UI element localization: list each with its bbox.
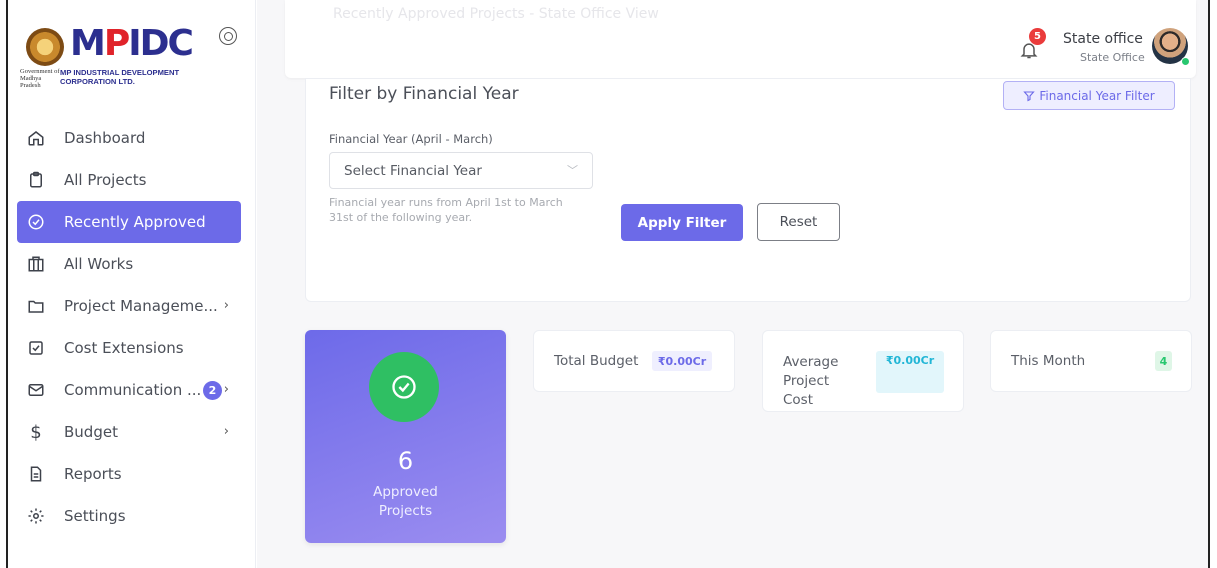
average-cost-card: Average Project Cost ₹0.00Cr xyxy=(762,330,964,412)
sidebar: MPIDC Government of Madhya Pradesh MP IN… xyxy=(8,0,256,568)
total-budget-card: Total Budget ₹0.00Cr xyxy=(533,330,735,392)
approved-projects-label: Approved Projects xyxy=(373,484,438,519)
top-bar: Recently Approved Projects - State Offic… xyxy=(285,0,1196,78)
app-window: MPIDC Government of Madhya Pradesh MP IN… xyxy=(6,0,1210,568)
gear-icon xyxy=(27,507,45,525)
financial-year-select[interactable]: Select Financial Year ﹀ xyxy=(329,152,593,189)
financial-year-select-value: Select Financial Year xyxy=(344,163,482,179)
folder-icon xyxy=(27,297,45,315)
financial-year-field-label: Financial Year (April - March) xyxy=(329,132,493,146)
communication-count-badge: 2 xyxy=(203,381,222,400)
sidebar-item-budget[interactable]: $ Budget › xyxy=(17,411,241,453)
sidebar-item-dashboard[interactable]: Dashboard xyxy=(17,117,241,159)
chevron-right-icon: › xyxy=(223,298,229,313)
total-budget-label: Total Budget xyxy=(554,353,639,369)
approved-projects-card: 6 Approved Projects xyxy=(305,330,506,543)
total-budget-value: ₹0.00Cr xyxy=(652,351,712,371)
government-seal-icon xyxy=(26,28,64,66)
this-month-label: This Month xyxy=(1011,353,1086,369)
user-name[interactable]: State office xyxy=(1063,31,1143,47)
user-role: State Office xyxy=(1080,51,1145,64)
filter-title: Filter by Financial Year xyxy=(329,84,519,104)
sidebar-item-cost-extensions[interactable]: Cost Extensions xyxy=(17,327,241,369)
check-circle-icon xyxy=(369,352,439,422)
chevron-right-icon: › xyxy=(223,382,229,397)
average-cost-value: ₹0.00Cr xyxy=(876,351,944,393)
sidebar-item-label: Project Manageme... xyxy=(64,297,218,315)
chevron-right-icon: › xyxy=(223,424,229,439)
building-icon xyxy=(27,255,45,273)
sidebar-item-project-management[interactable]: Project Manageme... › xyxy=(17,285,241,327)
sidebar-item-all-projects[interactable]: All Projects xyxy=(17,159,241,201)
sidebar-item-reports[interactable]: Reports xyxy=(17,453,241,495)
sidebar-item-label: Recently Approved xyxy=(64,213,206,231)
online-status-indicator xyxy=(1181,57,1190,66)
average-cost-label: Average Project Cost xyxy=(783,354,839,408)
filter-icon xyxy=(1023,90,1036,101)
sidebar-toggle-icon[interactable] xyxy=(219,27,237,45)
sidebar-item-label: Budget xyxy=(64,423,118,441)
sidebar-item-settings[interactable]: Settings xyxy=(17,495,241,537)
sidebar-item-label: All Works xyxy=(64,255,134,273)
clipboard-icon xyxy=(27,171,45,189)
sidebar-item-communication[interactable]: Communication ... 2 › xyxy=(17,369,241,411)
document-icon xyxy=(27,465,45,483)
chevron-down-icon: ﹀ xyxy=(567,164,578,177)
approved-projects-count: 6 xyxy=(397,447,414,475)
financial-year-filter-card xyxy=(305,78,1191,302)
sidebar-item-label: Reports xyxy=(64,465,122,483)
financial-year-help-text: Financial year runs from April 1st to Ma… xyxy=(329,196,563,224)
sidebar-nav: Dashboard All Projects Recently Approved… xyxy=(17,117,241,537)
filter-toggle-label: Financial Year Filter xyxy=(1039,88,1155,103)
sidebar-item-label: Settings xyxy=(64,507,126,525)
check-circle-icon xyxy=(27,213,45,231)
sidebar-item-label: Dashboard xyxy=(64,129,146,147)
sidebar-item-label: All Projects xyxy=(64,171,147,189)
logo-wordmark: MPIDC xyxy=(70,23,194,64)
reset-button[interactable]: Reset xyxy=(757,203,840,241)
this-month-card: This Month 4 xyxy=(990,330,1192,392)
home-icon xyxy=(27,129,45,147)
this-month-value: 4 xyxy=(1155,351,1172,371)
sidebar-item-all-works[interactable]: All Works xyxy=(17,243,241,285)
financial-year-filter-toggle-button[interactable]: Financial Year Filter xyxy=(1003,81,1175,110)
sidebar-item-label: Cost Extensions xyxy=(64,339,184,357)
company-logo[interactable]: MPIDC Government of Madhya Pradesh MP IN… xyxy=(20,18,210,93)
logo-government-text: Government of Madhya Pradesh xyxy=(20,68,60,89)
dollar-icon: $ xyxy=(30,421,42,443)
apply-filter-button[interactable]: Apply Filter xyxy=(621,204,743,241)
main-content: Recently Approved Projects - State Offic… xyxy=(257,0,1208,568)
mail-icon xyxy=(27,381,45,399)
checkbox-icon xyxy=(27,339,45,357)
page-title-ghost: Recently Approved Projects - State Offic… xyxy=(333,6,659,22)
logo-corporation-text: MP INDUSTRIAL DEVELOPMENT CORPORATION LT… xyxy=(60,68,180,86)
notification-badge: 5 xyxy=(1029,28,1046,45)
sidebar-item-recently-approved[interactable]: Recently Approved xyxy=(17,201,241,243)
sidebar-item-label: Communication ... xyxy=(64,381,202,399)
